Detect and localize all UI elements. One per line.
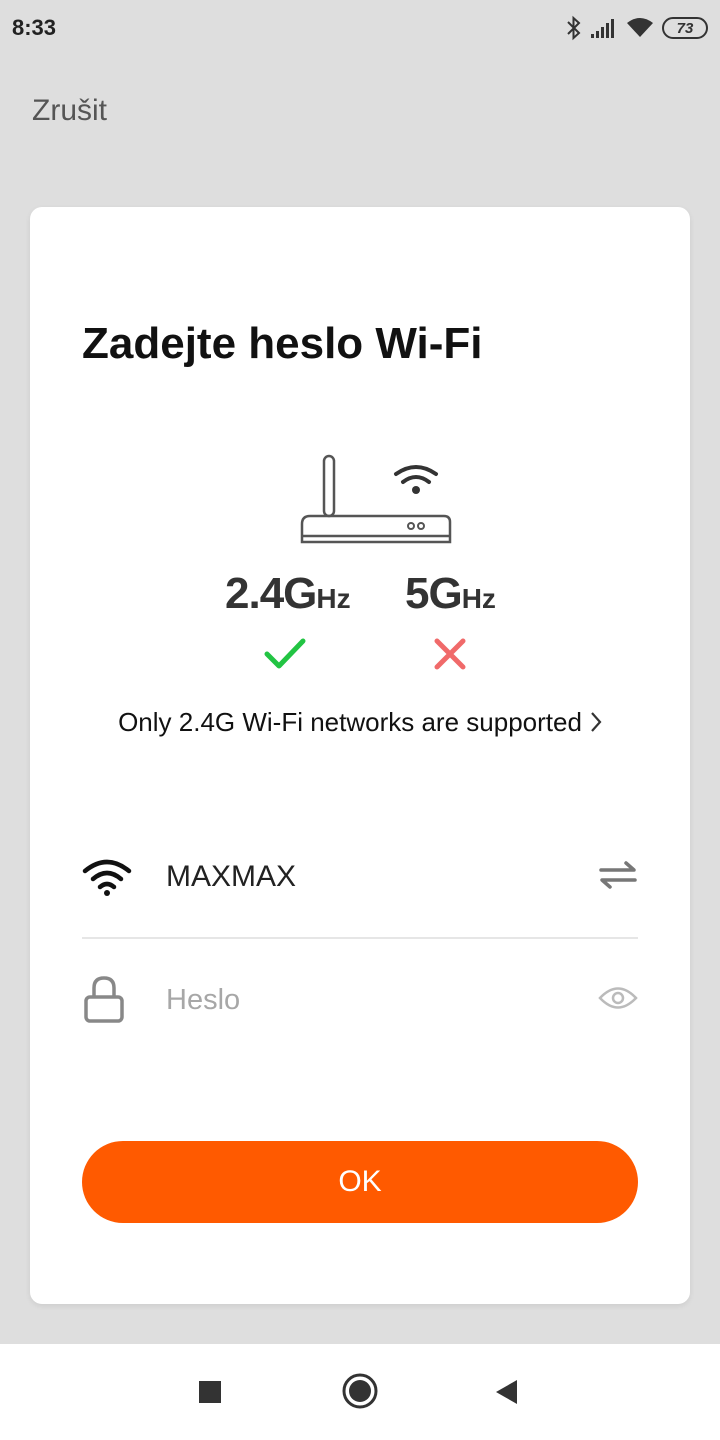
cancel-button[interactable]: Zrušit — [32, 94, 107, 128]
chevron-right-icon — [590, 709, 602, 740]
status-icons: 73 — [566, 15, 708, 41]
page-title: Zadejte heslo Wi-Fi — [82, 319, 483, 368]
eye-icon — [598, 985, 638, 1016]
navigation-bar — [0, 1344, 720, 1440]
lock-icon — [82, 975, 136, 1025]
status-bar: 8:33 73 — [0, 0, 720, 56]
ok-button[interactable]: OK — [82, 1141, 638, 1223]
wifi-password-card: Zadejte heslo Wi-Fi 2.4GHz 5GHz Only 2.4… — [30, 207, 690, 1304]
band-2-4ghz-unit: Hz — [316, 583, 351, 614]
wifi-network-row: MAXMAX — [82, 837, 638, 917]
wifi-icon — [626, 17, 654, 39]
band-2-4ghz-label: 2.4GHz — [225, 569, 351, 619]
swap-arrows-icon — [598, 860, 638, 895]
recents-button[interactable] — [198, 1380, 222, 1409]
home-button[interactable] — [341, 1372, 379, 1415]
password-row — [82, 960, 638, 1040]
battery-icon: 73 — [662, 17, 708, 39]
band-5ghz-label: 5GHz — [405, 569, 496, 619]
battery-level: 73 — [676, 19, 694, 37]
divider — [82, 937, 638, 939]
wifi-icon — [82, 857, 136, 897]
band-2-4ghz-value: 2.4G — [225, 569, 317, 618]
status-time: 8:33 — [12, 15, 57, 40]
back-button[interactable] — [493, 1378, 519, 1411]
close-icon — [433, 637, 467, 676]
supported-networks-text: Only 2.4G Wi-Fi networks are supported — [118, 707, 582, 737]
home-circle-icon — [341, 1373, 379, 1414]
band-5ghz-value: 5G — [405, 569, 463, 618]
wifi-network-name: MAXMAX — [166, 860, 297, 893]
square-icon — [198, 1381, 222, 1408]
bluetooth-icon — [566, 15, 582, 41]
supported-networks-link[interactable]: Only 2.4G Wi-Fi networks are supported — [30, 707, 690, 740]
switch-network-button[interactable] — [594, 860, 638, 895]
router-icon — [298, 452, 458, 557]
signal-icon — [590, 17, 618, 39]
back-triangle-icon — [493, 1380, 519, 1410]
password-input[interactable] — [166, 983, 594, 1017]
check-icon — [264, 637, 306, 676]
band-5ghz-unit: Hz — [461, 583, 496, 614]
toggle-password-visibility-button[interactable] — [594, 985, 638, 1016]
